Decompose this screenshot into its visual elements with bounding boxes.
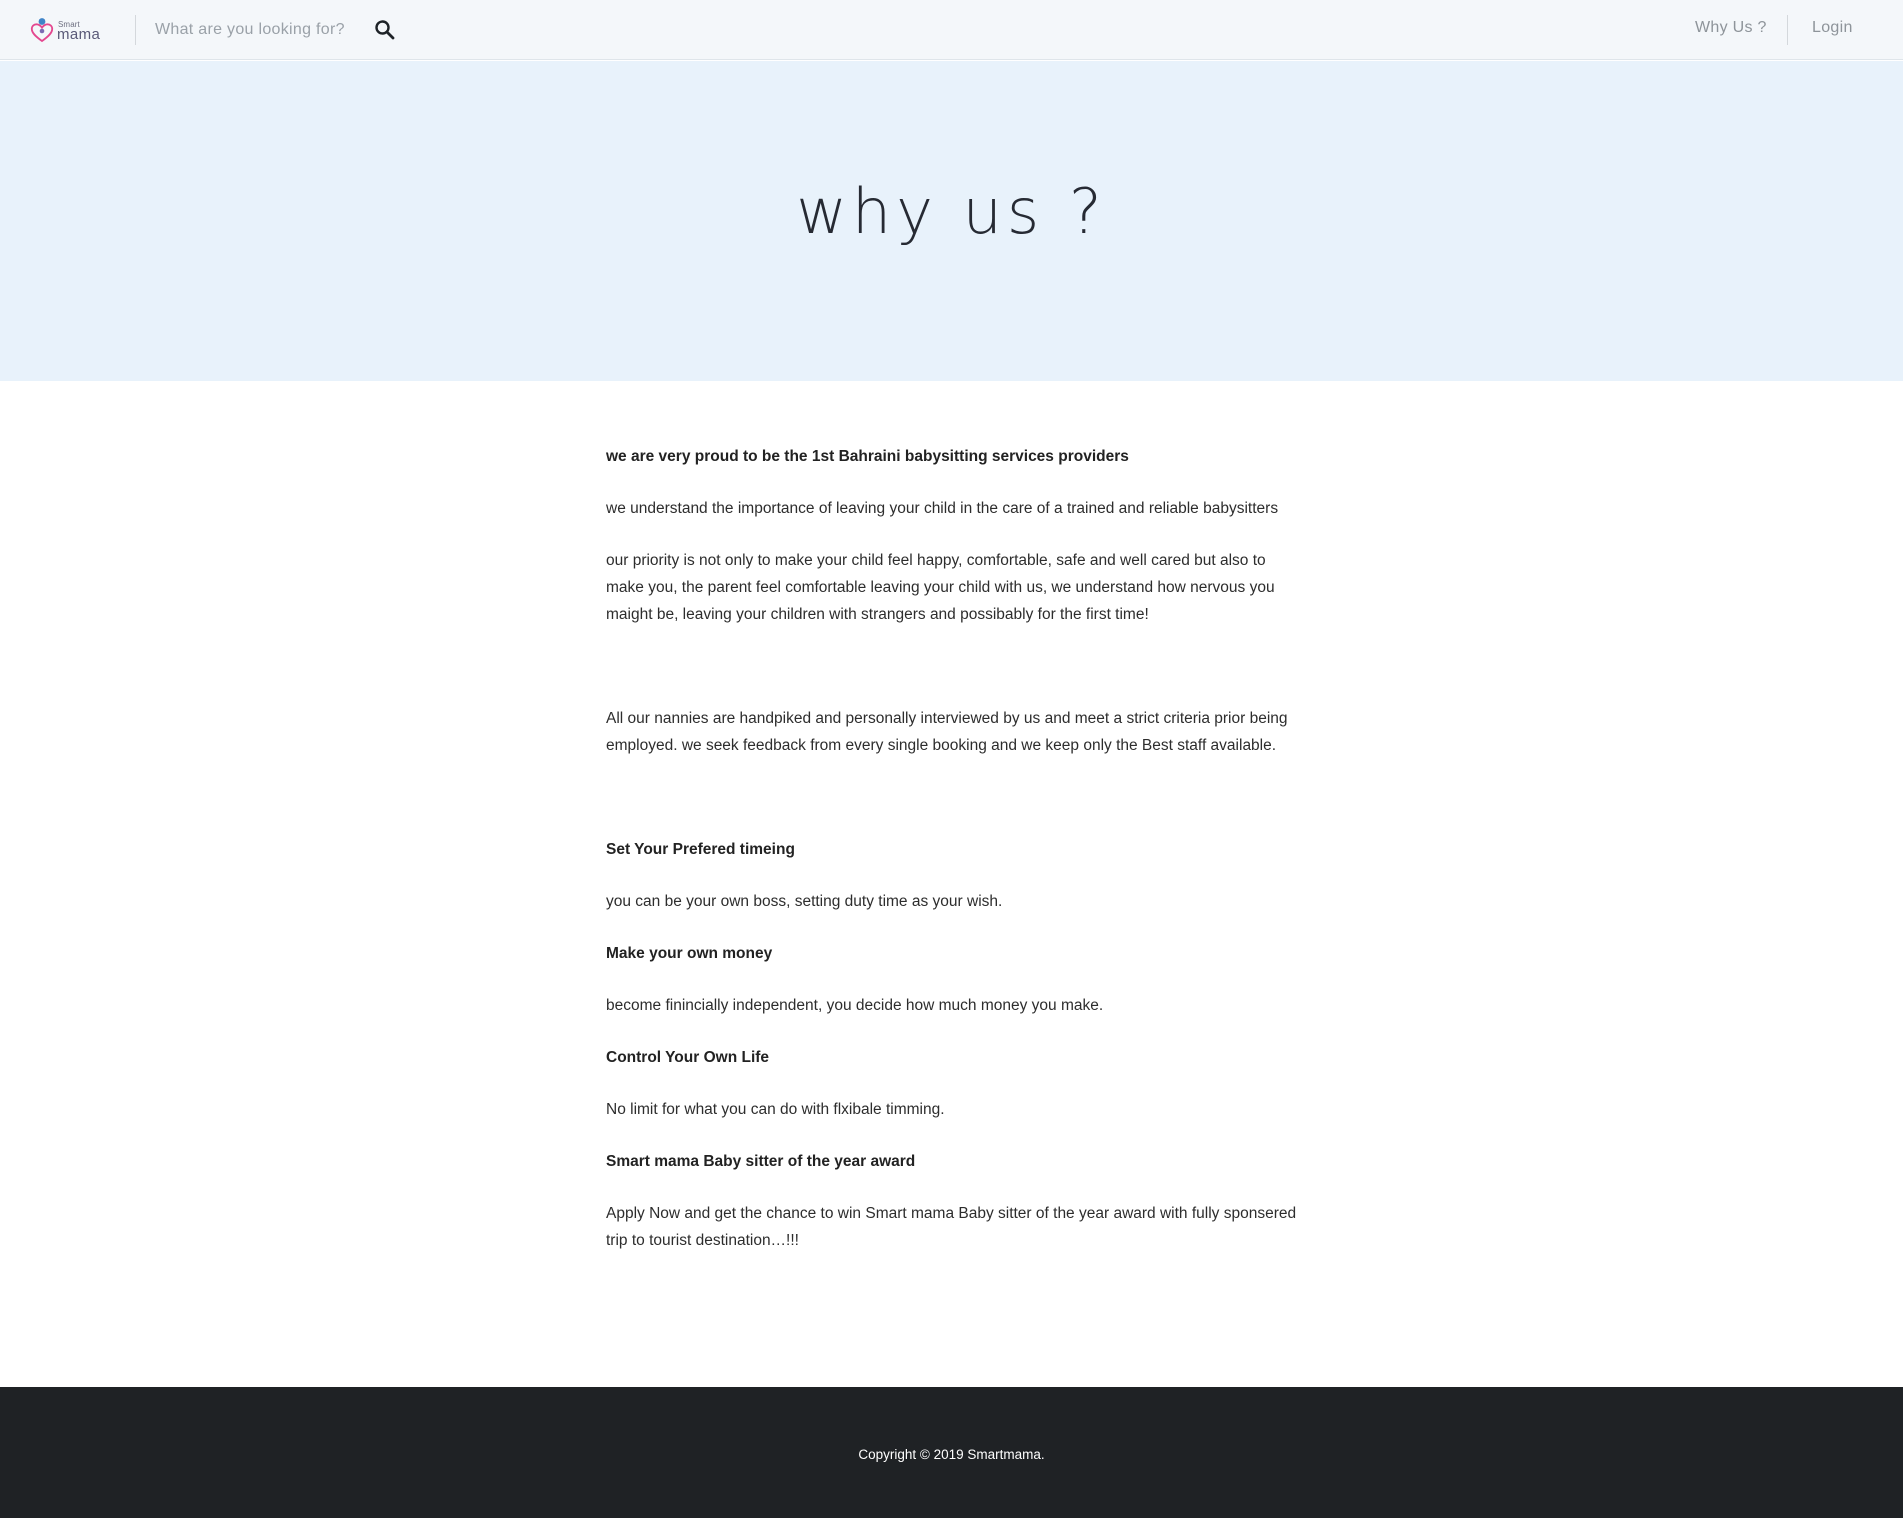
section-heading: Make your own money [606, 945, 773, 962]
logo-big-text: mama [57, 26, 101, 43]
search-button[interactable] [374, 19, 396, 41]
section-text: you can be your own boss, setting duty t… [606, 893, 1003, 910]
logo-wordmark: Smart mama [57, 15, 103, 45]
copyright-text: Copyright © 2019 Smartmama. [858, 1447, 1045, 1462]
header-divider [135, 15, 136, 45]
intro-heading: we are very proud to be the 1st Bahraini… [606, 448, 1129, 465]
heart-baby-icon [30, 18, 54, 43]
intro-paragraph: we understand the importance of leaving … [606, 500, 1279, 517]
smartmama-logo[interactable]: Smart mama [30, 15, 106, 45]
section-heading: Control Your Own Life [606, 1049, 770, 1066]
page-title: why us ? [796, 175, 1107, 248]
footer: Copyright © 2019 Smartmama. [0, 1387, 1903, 1518]
section-heading: Smart mama Baby sitter of the year award [606, 1153, 916, 1170]
search-icon [375, 20, 395, 40]
section-text: Apply Now and get the chance to win Smar… [606, 1205, 1297, 1249]
section-heading: Set Your Prefered timeing [606, 841, 795, 858]
section-text: No limit for what you can do with flxiba… [606, 1101, 945, 1118]
hero-banner: why us ? [0, 61, 1903, 381]
nannies-paragraph: All our nannies are handpiked and person… [606, 710, 1288, 754]
top-navbar: Smart mama Why Us ? Login [0, 0, 1903, 60]
main-content: we are very proud to be the 1st Bahraini… [606, 443, 1306, 1279]
priority-paragraph: our priority is not only to make your ch… [606, 552, 1275, 623]
search-input[interactable] [143, 16, 361, 44]
nav-login-link[interactable]: Login [1812, 19, 1853, 37]
nav-why-us-link[interactable]: Why Us ? [1695, 19, 1767, 37]
section-text: become finincially independent, you deci… [606, 997, 1104, 1014]
nav-divider [1787, 15, 1788, 45]
